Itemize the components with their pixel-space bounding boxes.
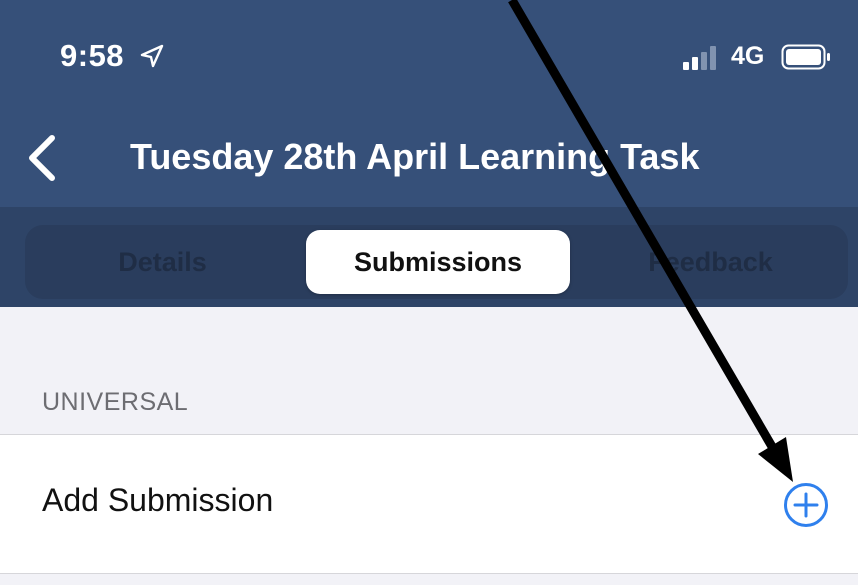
navigation-bar: Tuesday 28th April Learning Task	[0, 110, 858, 207]
page-title: Tuesday 28th April Learning Task	[130, 136, 700, 177]
add-submission-label: Add Submission	[42, 482, 274, 518]
tab-feedback[interactable]: Feedback	[573, 230, 848, 294]
tab-details[interactable]: Details	[25, 230, 300, 294]
tab-bar-area: Details Submissions Feedback	[0, 207, 858, 307]
add-submission-row[interactable]: Add Submission	[0, 435, 858, 573]
status-bar: 9:58 4G	[0, 0, 858, 110]
section-header: UNIVERSAL	[42, 388, 189, 416]
tab-submissions[interactable]: Submissions	[306, 230, 570, 294]
app-screen: 9:58 4G Tuesday 28th April Learning Task	[0, 0, 858, 585]
add-circle-icon[interactable]	[782, 481, 830, 529]
back-chevron-icon[interactable]	[18, 130, 68, 186]
status-time: 9:58	[60, 38, 125, 73]
segmented-control: Details Submissions Feedback	[25, 225, 848, 299]
battery-icon	[781, 44, 830, 70]
network-type-label: 4G	[731, 42, 765, 70]
location-arrow-icon	[140, 44, 164, 68]
submission-list: Add Submission	[0, 434, 858, 574]
cellular-signal-icon	[683, 46, 716, 70]
header: 9:58 4G Tuesday 28th April Learning Task	[0, 0, 858, 207]
